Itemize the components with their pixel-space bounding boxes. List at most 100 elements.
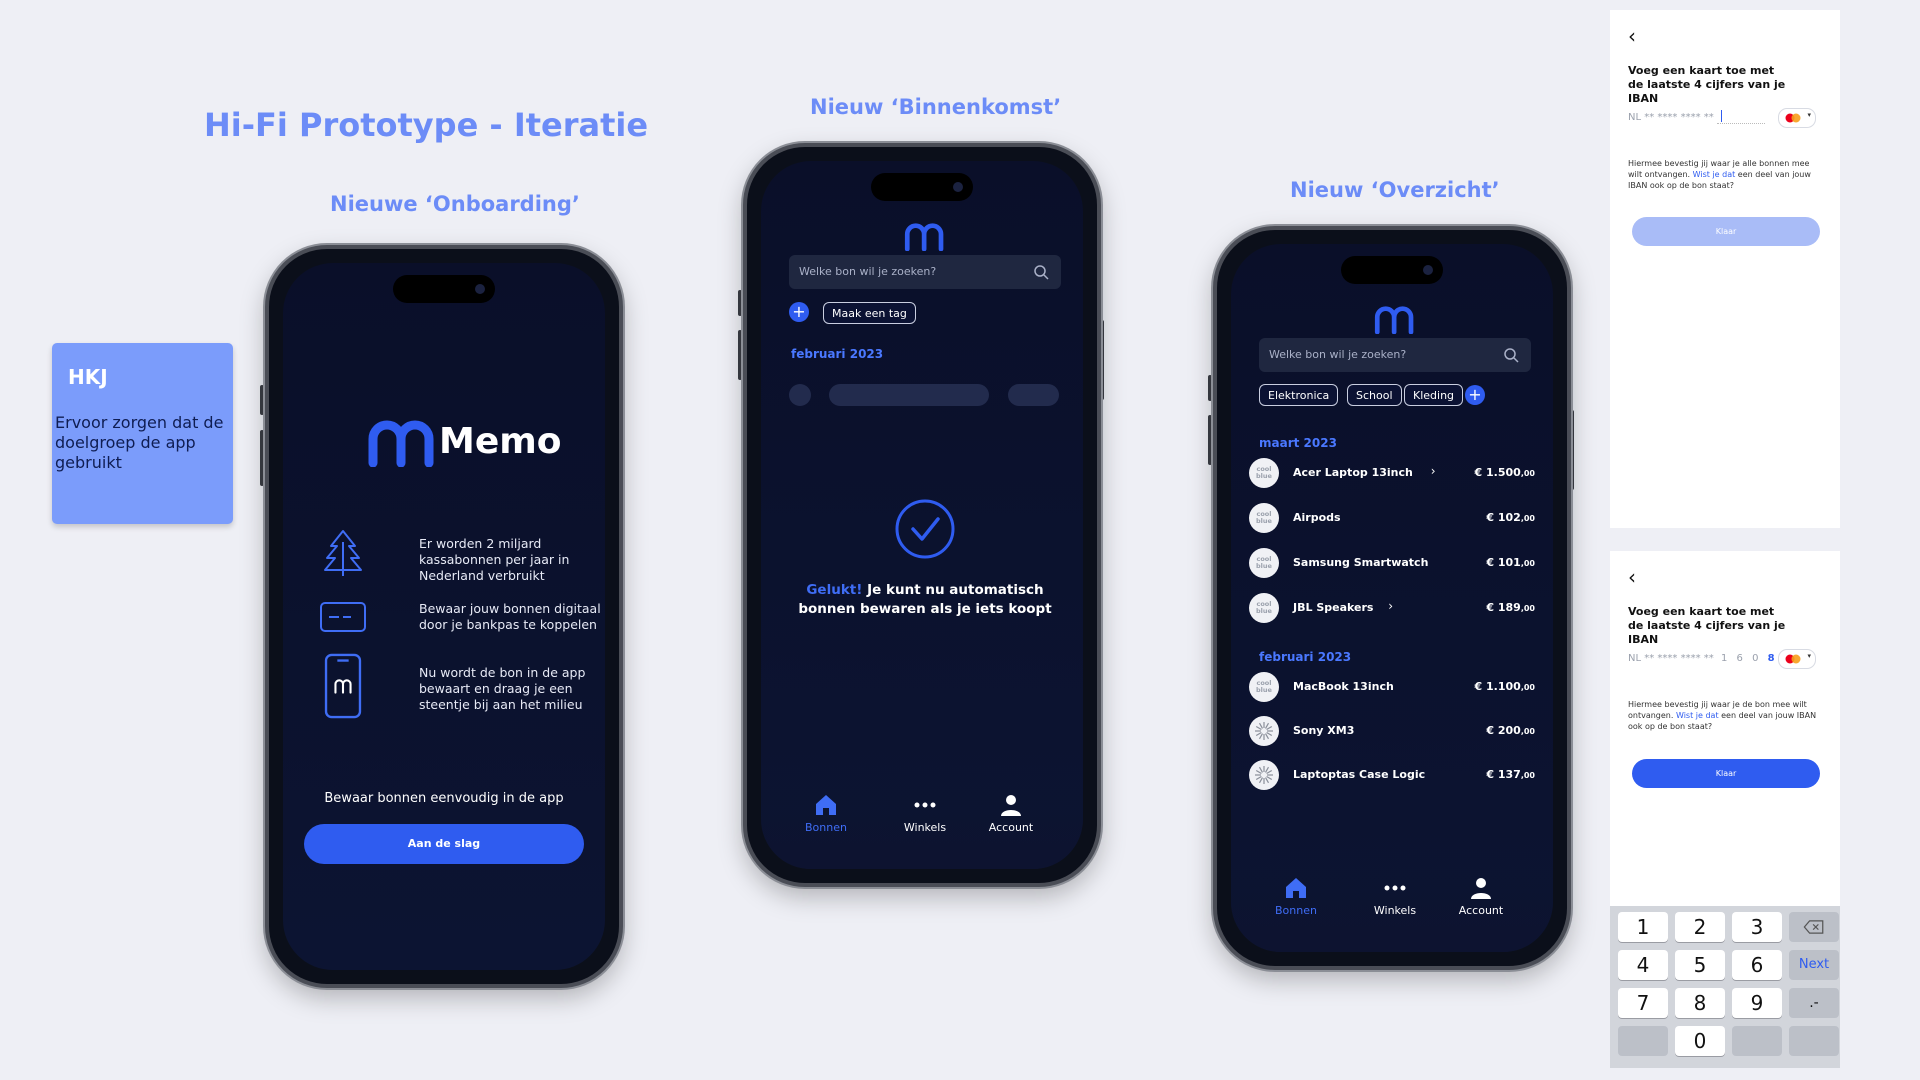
tab-winkels[interactable]: Winkels: [1355, 876, 1435, 917]
iban-panel-filled: ‹ Voeg een kaart toe met de laatste 4 ci…: [1610, 551, 1840, 906]
chevron-right-icon: ›: [1430, 464, 1436, 478]
key-4[interactable]: 4: [1618, 950, 1668, 980]
coolblue-logo-icon: cool blue: [1249, 458, 1279, 488]
tag-chip[interactable]: School: [1347, 384, 1402, 406]
onboarding-screen: Memo Er worden 2 miljard kassabonnen per…: [283, 263, 605, 970]
tag-chip[interactable]: Elektronica: [1259, 384, 1339, 406]
tab-bonnen[interactable]: Bonnen: [1256, 876, 1336, 917]
tab-account[interactable]: Account: [1441, 876, 1521, 917]
receipt-price: € 189,00: [1486, 601, 1535, 614]
iban-field[interactable]: NL ** **** **** ** 1 6 0 8: [1628, 653, 1775, 664]
receipt-row[interactable]: cool blue JBL Speakers › € 189,00: [1249, 591, 1535, 625]
search-icon: [1504, 348, 1519, 363]
receipt-row[interactable]: Sony XM3 € 200,00: [1249, 714, 1535, 748]
receipt-row[interactable]: Laptoptas Case Logic € 137,00: [1249, 758, 1535, 792]
sticky-title: HKJ: [68, 365, 108, 389]
home-icon: [1286, 878, 1306, 898]
tab-account[interactable]: Account: [971, 793, 1051, 834]
iban-field[interactable]: NL ** **** **** **: [1628, 110, 1765, 124]
backspace-icon: [1803, 920, 1824, 934]
tab-winkels[interactable]: Winkels: [885, 793, 965, 834]
tagline: Bewaar bonnen eenvoudig in de app: [324, 791, 564, 806]
sticky-body: Ervoor zorgen dat de doelgroep de app ge…: [55, 413, 224, 472]
receipt-name: Laptoptas Case Logic: [1293, 768, 1426, 781]
info-link[interactable]: Wist je dat: [1693, 170, 1736, 179]
back-button[interactable]: ‹: [1628, 24, 1636, 48]
key-3[interactable]: 3: [1732, 912, 1782, 942]
key-5[interactable]: 5: [1675, 950, 1725, 980]
bank-card-icon: [320, 602, 366, 632]
checkmark-circle-icon: [895, 499, 955, 559]
dynamic-island: [871, 173, 973, 201]
mastercard-icon: [1785, 654, 1801, 664]
tab-bonnen[interactable]: Bonnen: [786, 793, 866, 834]
iban-title: Voeg een kaart toe met de laatste 4 cijf…: [1628, 64, 1786, 105]
key-1[interactable]: 1: [1618, 912, 1668, 942]
receipt-name: Sony XM3: [1293, 724, 1355, 737]
month-label: februari 2023: [791, 347, 884, 361]
phone-memo-icon: [324, 653, 362, 719]
key-0[interactable]: 0: [1675, 1026, 1725, 1056]
skeleton-name: [829, 384, 989, 406]
tag-chip[interactable]: Kleding: [1404, 384, 1464, 406]
done-button[interactable]: Klaar: [1632, 759, 1820, 788]
more-icon: [914, 802, 936, 808]
receipt-name: MacBook 13inch: [1293, 680, 1394, 693]
chevron-down-icon: ▾: [1807, 652, 1811, 660]
done-button[interactable]: Klaar: [1632, 217, 1820, 246]
brand-logo-icon: [1249, 760, 1279, 790]
receipt-row[interactable]: cool blue Airpods € 102,00: [1249, 501, 1535, 535]
receipt-price: € 137,00: [1486, 768, 1535, 781]
onboarding-heading: Nieuwe ‘Onboarding’: [330, 192, 580, 216]
make-tag-chip[interactable]: Maak een tag: [823, 302, 916, 324]
key-8[interactable]: 8: [1675, 988, 1725, 1018]
overzicht-heading: Nieuw ‘Overzicht’: [1290, 178, 1500, 202]
iban-digit: 8: [1767, 653, 1775, 664]
key-7[interactable]: 7: [1618, 988, 1668, 1018]
card-type-select[interactable]: ▾: [1778, 649, 1816, 669]
month-label: maart 2023: [1259, 436, 1337, 450]
start-button[interactable]: Aan de slag: [304, 824, 584, 864]
binnenkomst-heading: Nieuw ‘Binnenkomst’: [810, 95, 1062, 119]
receipt-name: Samsung Smartwatch: [1293, 556, 1429, 569]
chevron-right-icon: ›: [1388, 599, 1393, 613]
binnenkomst-screen: Welke bon wil je zoeken? + Maak een tag …: [761, 161, 1083, 869]
memo-logo-icon: [368, 420, 434, 467]
backspace-key[interactable]: [1789, 912, 1839, 942]
receipt-price: € 102,00: [1486, 511, 1535, 524]
next-key[interactable]: Next: [1789, 950, 1839, 980]
key-dot-dash[interactable]: .-: [1789, 988, 1839, 1018]
add-tag-button[interactable]: +: [1465, 385, 1485, 405]
receipt-row[interactable]: cool blue Acer Laptop 13inch › € 1.500,00: [1249, 456, 1535, 490]
empty-key: [1618, 1026, 1668, 1056]
back-button[interactable]: ‹: [1628, 565, 1636, 589]
user-icon: [1001, 795, 1021, 816]
receipt-name: JBL Speakers: [1293, 601, 1374, 614]
iban-digits-input[interactable]: [1716, 110, 1765, 124]
iban-title: Voeg een kaart toe met de laatste 4 cijf…: [1628, 605, 1786, 646]
more-icon: [1384, 885, 1406, 891]
chevron-down-icon: ▾: [1807, 111, 1811, 119]
add-tag-button[interactable]: +: [789, 302, 809, 322]
receipt-price: € 1.500,00: [1474, 466, 1535, 479]
iban-digit: 0: [1752, 653, 1759, 664]
key-6[interactable]: 6: [1732, 950, 1782, 980]
key-9[interactable]: 9: [1732, 988, 1782, 1018]
receipt-price: € 101,00: [1486, 556, 1535, 569]
receipt-row[interactable]: cool blue MacBook 13inch € 1.100,00: [1249, 670, 1535, 704]
search-input[interactable]: Welke bon wil je zoeken?: [789, 255, 1061, 289]
skeleton-price: [1008, 384, 1059, 406]
iban-info-text: Hiermee bevestig jij waar je alle bonnen…: [1628, 159, 1811, 190]
key-2[interactable]: 2: [1675, 912, 1725, 942]
phone-onboarding: Memo Er worden 2 miljard kassabonnen per…: [265, 245, 623, 988]
main-title: Hi-Fi Prototype - Iteratie: [204, 106, 649, 144]
receipt-row[interactable]: cool blue Samsung Smartwatch € 101,00: [1249, 546, 1535, 580]
success-message: Gelukt! Je kunt nu automatisch bonnen be…: [781, 581, 1069, 619]
info-link[interactable]: Wist je dat: [1676, 711, 1719, 720]
search-input[interactable]: Welke bon wil je zoeken?: [1259, 338, 1531, 372]
search-placeholder: Welke bon wil je zoeken?: [1269, 348, 1407, 361]
search-placeholder: Welke bon wil je zoeken?: [799, 265, 937, 278]
coolblue-logo-icon: cool blue: [1249, 503, 1279, 533]
card-type-select[interactable]: ▾: [1778, 108, 1816, 128]
success-highlight: Gelukt!: [806, 582, 863, 598]
